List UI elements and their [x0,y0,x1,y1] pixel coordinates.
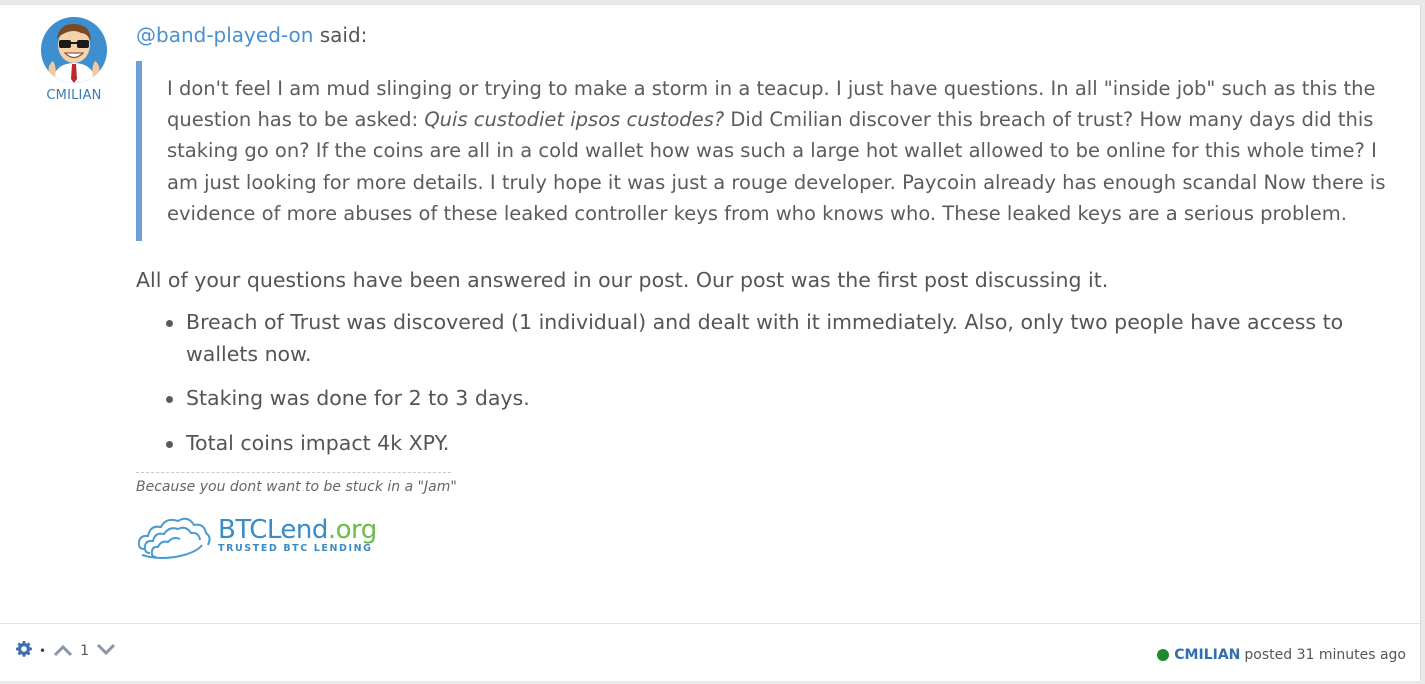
post-author: CMILIAN [38,17,110,103]
footer-separator: • [39,644,47,658]
post-tools: • 1 [16,641,116,661]
answer-list: Breach of Trust was discovered (1 indivi… [136,307,1398,459]
downvote-chevron-icon[interactable] [96,642,116,661]
cloud-logo-icon [137,517,211,560]
post-meta: CMILIAN posted 31 minutes ago [1157,647,1406,663]
said-label: said: [313,23,368,47]
posted-timestamp[interactable]: posted 31 minutes ago [1244,647,1406,663]
blockquote: I don't feel I am mud slinging or trying… [136,61,1398,242]
author-name[interactable]: CMILIAN [38,88,110,103]
post-content: @band-played-on said: I don't feel I am … [136,21,1398,561]
footer-divider [0,623,1420,624]
signature-divider [136,472,451,474]
answer-paragraph: All of your questions have been answered… [136,268,1109,293]
mention-link[interactable]: @band-played-on [136,23,313,47]
online-status-icon [1157,649,1170,661]
logo-org: .org [327,514,377,545]
list-item: Total coins impact 4k XPY. [166,428,1398,460]
forum-post: CMILIAN @band-played-on said: I don't fe… [0,4,1421,681]
quote-italic: Quis custodiet ipsos custodes? [424,108,725,132]
avatar-cartoon-icon [41,17,107,83]
gear-icon[interactable] [16,641,32,661]
upvote-chevron-icon[interactable] [53,642,73,661]
btclend-logo[interactable]: BTCLend.org TRUSTED BTC LENDING [136,509,1398,561]
quote-header: @band-played-on said: [136,21,1398,49]
logo-tagline: TRUSTED BTC LENDING [218,542,373,554]
vote-count: 1 [80,643,89,659]
logo-wordmark: BTCLend.org [218,517,377,543]
avatar[interactable] [41,17,107,83]
logo-text: BTCLend.org TRUSTED BTC LENDING [218,517,377,554]
signature-text: Because you dont want to be stuck in a "… [136,479,457,496]
list-item: Breach of Trust was discovered (1 indivi… [166,307,1398,370]
footer-author-link[interactable]: CMILIAN [1174,647,1240,663]
logo-btclend: BTCLend [218,514,328,545]
list-item: Staking was done for 2 to 3 days. [166,383,1398,415]
